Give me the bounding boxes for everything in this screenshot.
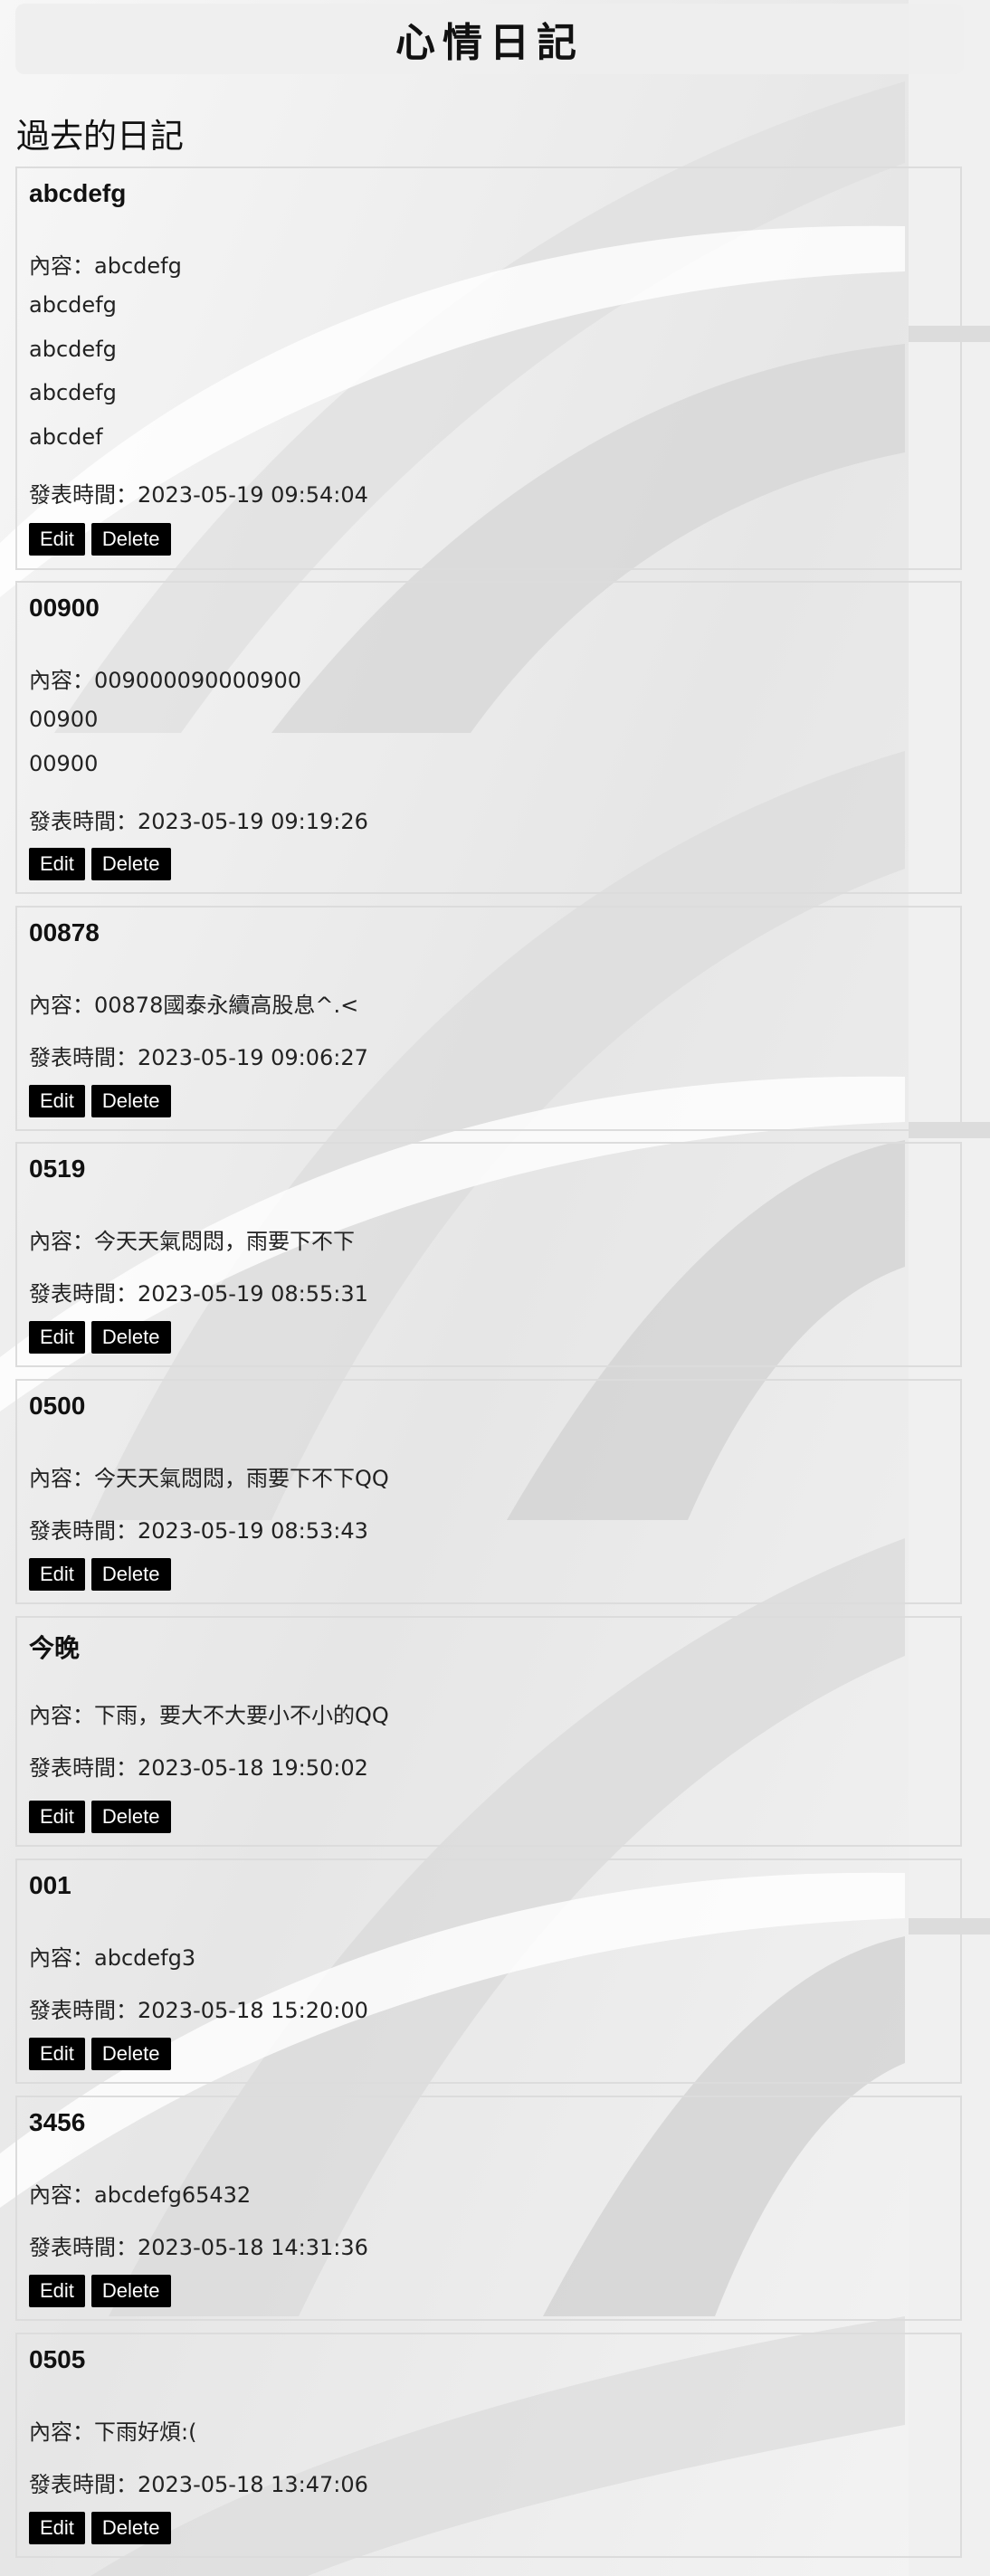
diary-entry: 3456 內容：abcdefg65432 發表時間：2023-05-18 14:… <box>15 2096 962 2321</box>
delete-button[interactable]: Delete <box>90 2512 171 2544</box>
time-label: 發表時間： <box>29 2235 138 2260</box>
diary-entry: abcdefg 內容：abcdefg abcdefg abcdefg abcde… <box>15 166 962 570</box>
content-label: 內容： <box>29 2182 94 2208</box>
content-label: 內容： <box>29 668 94 693</box>
diary-entry: 今晚 內容：下雨，要大不大要小不小的QQ 發表時間：2023-05-18 19:… <box>15 1616 962 1847</box>
diary-entry: 0500 內容：今天天氣悶悶，雨要下不下QQ 發表時間：2023-05-19 0… <box>15 1379 962 1604</box>
entry-time: 發表時間：2023-05-19 08:55:31 <box>29 1281 368 1307</box>
entry-content: 內容：009000090000900 <box>29 668 302 693</box>
entry-content-line: 00900 <box>29 707 99 732</box>
content-label: 內容： <box>29 1229 94 1254</box>
entry-time: 發表時間：2023-05-19 09:06:27 <box>29 1045 368 1070</box>
entry-title: 今晚 <box>29 1634 81 1662</box>
time-label: 發表時間： <box>29 482 138 508</box>
delete-button[interactable]: Delete <box>90 1558 171 1591</box>
content-label: 內容： <box>29 1945 94 1971</box>
delete-button[interactable]: Delete <box>90 1085 171 1117</box>
diary-entry: 0505 內容：下雨好煩:( 發表時間：2023-05-18 13:47:06 … <box>15 2333 962 2558</box>
content-label: 內容： <box>29 1466 94 1491</box>
delete-button[interactable]: Delete <box>90 2275 171 2307</box>
time-label: 發表時間： <box>29 1045 138 1070</box>
entry-content: 內容：abcdefg65432 <box>29 2182 252 2208</box>
content-label: 內容： <box>29 993 94 1018</box>
delete-button[interactable]: Delete <box>90 523 171 556</box>
entry-time: 發表時間：2023-05-18 14:31:36 <box>29 2235 368 2260</box>
time-label: 發表時間： <box>29 1518 138 1544</box>
content-label: 內容： <box>29 253 94 279</box>
time-label: 發表時間： <box>29 2472 138 2497</box>
entry-title: 0505 <box>29 2345 86 2373</box>
entry-time: 發表時間：2023-05-18 13:47:06 <box>29 2472 368 2497</box>
entry-time: 發表時間：2023-05-19 08:53:43 <box>29 1518 368 1544</box>
time-label: 發表時間： <box>29 1755 138 1781</box>
entry-time: 發表時間：2023-05-19 09:54:04 <box>29 482 368 508</box>
edit-button[interactable]: Edit <box>29 1558 85 1591</box>
entry-title: 00878 <box>29 918 100 946</box>
time-label: 發表時間： <box>29 809 138 834</box>
entry-content: 內容：今天天氣悶悶，雨要下不下 <box>29 1229 355 1254</box>
page-header: 心情日記 <box>15 4 964 74</box>
entry-title: 0519 <box>29 1155 86 1183</box>
delete-button[interactable]: Delete <box>90 1801 171 1833</box>
diary-entry: 00900 內容：009000090000900 00900 00900 發表時… <box>15 581 962 894</box>
entry-content-line: abcdefg <box>29 380 117 405</box>
edit-button[interactable]: Edit <box>29 1085 85 1117</box>
entry-content-line: abcdef <box>29 424 103 450</box>
entry-content: 內容：00878國泰永續高股息^.< <box>29 993 359 1018</box>
edit-button[interactable]: Edit <box>29 1321 85 1354</box>
delete-button[interactable]: Delete <box>90 2038 171 2070</box>
delete-button[interactable]: Delete <box>90 848 171 880</box>
entry-title: 001 <box>29 1871 71 1899</box>
entry-title: 3456 <box>29 2108 86 2136</box>
edit-button[interactable]: Edit <box>29 2038 85 2070</box>
entry-time: 發表時間：2023-05-18 19:50:02 <box>29 1755 368 1781</box>
edit-button[interactable]: Edit <box>29 1801 85 1833</box>
entry-content-line: abcdefg <box>29 337 117 362</box>
diary-entry: 00878 內容：00878國泰永續高股息^.< 發表時間：2023-05-19… <box>15 906 962 1131</box>
delete-button[interactable]: Delete <box>90 1321 171 1354</box>
diary-entry: 0519 內容：今天天氣悶悶，雨要下不下 發表時間：2023-05-19 08:… <box>15 1142 962 1367</box>
time-label: 發表時間： <box>29 1998 138 2023</box>
entry-time: 發表時間：2023-05-18 15:20:00 <box>29 1998 368 2023</box>
entry-title: 0500 <box>29 1392 86 1420</box>
content-label: 內容： <box>29 1703 94 1728</box>
entry-time: 發表時間：2023-05-19 09:19:26 <box>29 809 368 834</box>
edit-button[interactable]: Edit <box>29 2512 85 2544</box>
entry-content: 內容：今天天氣悶悶，雨要下不下QQ <box>29 1466 389 1491</box>
entry-content: 內容：abcdefg <box>29 253 182 279</box>
section-title: 過去的日記 <box>16 117 184 156</box>
time-label: 發表時間： <box>29 1281 138 1307</box>
page-title: 心情日記 <box>395 20 584 66</box>
entry-content: 內容：下雨，要大不大要小不小的QQ <box>29 1703 389 1728</box>
diary-entry: 001 內容：abcdefg3 發表時間：2023-05-18 15:20:00… <box>15 1858 962 2084</box>
entry-content: 內容：abcdefg3 <box>29 1945 196 1971</box>
edit-button[interactable]: Edit <box>29 848 85 880</box>
entry-title: 00900 <box>29 594 100 622</box>
content-label: 內容： <box>29 2419 94 2445</box>
entry-title: abcdefg <box>29 179 127 207</box>
entry-content-line: abcdefg <box>29 292 117 318</box>
entry-content: 內容：下雨好煩:( <box>29 2419 197 2445</box>
entry-content-line: 00900 <box>29 751 99 776</box>
edit-button[interactable]: Edit <box>29 523 85 556</box>
edit-button[interactable]: Edit <box>29 2275 85 2307</box>
